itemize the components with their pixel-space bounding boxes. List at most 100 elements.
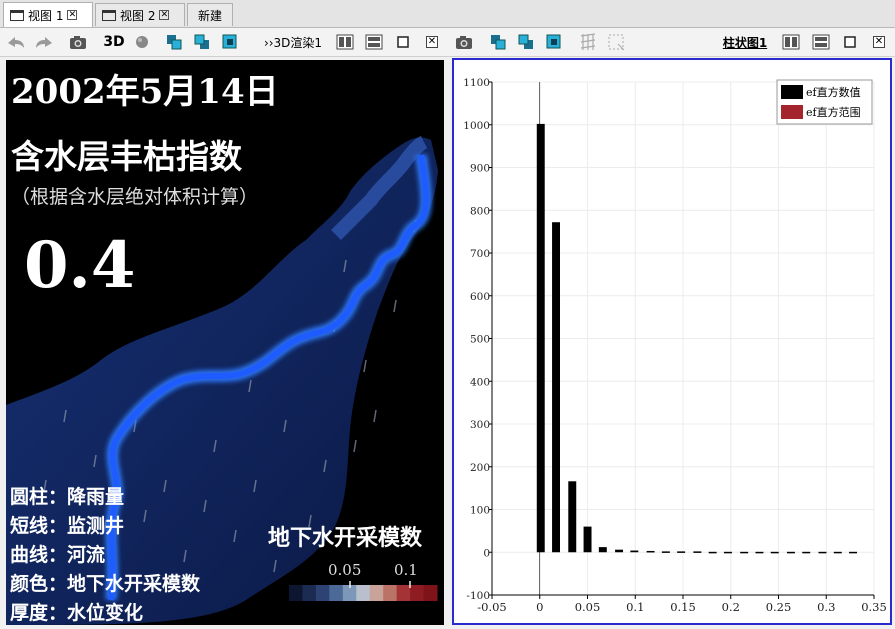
x-tick-label: 0.3 (817, 600, 835, 614)
histogram-bar (630, 550, 639, 553)
histogram-bar (786, 551, 795, 554)
x-tick-label: 0.05 (575, 600, 601, 614)
layer-group-button[interactable] (220, 32, 240, 52)
layout-icon (365, 34, 383, 50)
colorbar-swatch (383, 585, 398, 601)
maximize-icon (844, 36, 856, 48)
legend-row: 曲线：河流 (10, 544, 106, 566)
histogram-bar (677, 551, 686, 553)
tab-bar: 视图 1 ✕ 视图 2 ✕ 新建 (0, 0, 895, 28)
bar-chart-link[interactable]: 柱状图1 (718, 32, 772, 52)
camera-icon (70, 36, 86, 49)
histogram-bar (802, 551, 811, 554)
y-tick-label: 800 (470, 205, 490, 217)
sphere-button[interactable] (132, 32, 152, 52)
close-view-button-2[interactable]: ✕ (869, 32, 889, 52)
maximize-button[interactable] (393, 32, 413, 52)
colorbar-swatch (396, 585, 411, 601)
colorbar (289, 581, 438, 601)
3d-button[interactable]: 3D (102, 32, 126, 52)
y-tick-label: 100 (470, 505, 490, 517)
colorbar-swatch (423, 585, 438, 601)
3d-view[interactable]: 2002年5月14日 含水层丰枯指数 （根据含水层绝对体积计算） 0.4 圆柱：… (6, 60, 444, 625)
x-tick-label: 0.35 (861, 600, 887, 614)
y-tick-label: 200 (470, 462, 490, 474)
window-icon (102, 9, 116, 21)
y-tick-label: 1100 (463, 77, 490, 89)
histogram-bar (661, 551, 670, 553)
close-tab-icon[interactable]: ✕ (159, 10, 170, 20)
layer-icon (518, 34, 533, 49)
layer-group-button-2[interactable] (544, 32, 564, 52)
close-icon: ✕ (426, 36, 438, 48)
box-select-button[interactable] (606, 32, 626, 52)
bar-chart-panel[interactable]: -100 0 100 200 300 400 500 600 700 800 900 1000 1100… (452, 58, 892, 625)
layer-icon (222, 34, 237, 49)
x-tick-label: 0.15 (670, 600, 696, 614)
split-vertical-button-2[interactable] (781, 32, 801, 52)
histogram-bar (708, 551, 717, 554)
colorbar-swatch (356, 585, 371, 601)
x-tick-label: -0.05 (477, 600, 507, 614)
layer-front-button-2[interactable] (488, 32, 508, 52)
camera-icon (456, 36, 472, 49)
tab-view-1[interactable]: 视图 1 ✕ (3, 2, 93, 27)
y-tick-label: 900 (470, 163, 490, 175)
toolbar: 3D ››3D渲染1 ✕ 柱状图1 ✕ (0, 28, 895, 57)
chart-legend: ef直方数值 ef直方范围 (776, 79, 873, 125)
tab-new[interactable]: 新建 (187, 3, 233, 26)
legend-text: 圆柱：降雨量 短线：监测井 曲线：河流 颜色：地下水开采模数 厚度：水位变化 (10, 483, 200, 625)
colorbar-tick: 0.05 (328, 561, 362, 579)
colorbar-swatch (369, 585, 384, 601)
index-title: 含水层丰枯指数 (11, 137, 242, 176)
layer-back-button-2[interactable] (516, 32, 536, 52)
colorbar-tick: 0.1 (394, 561, 418, 579)
camera-button-2[interactable] (454, 32, 474, 52)
close-tab-icon[interactable]: ✕ (67, 10, 78, 20)
maximize-icon (397, 36, 409, 48)
y-tick-label: 300 (470, 419, 490, 431)
y-tick-label: 500 (470, 334, 490, 346)
layer-icon (546, 34, 561, 49)
index-note: （根据含水层绝对体积计算） (11, 186, 259, 208)
histogram-bar (598, 547, 607, 553)
layer-back-button[interactable] (192, 32, 212, 52)
layer-front-button[interactable] (164, 32, 184, 52)
histogram-chart: -100010020030040050060070080090010001100… (463, 77, 887, 614)
index-value: 0.4 (24, 228, 136, 303)
layout-icon (812, 34, 830, 50)
maximize-button-2[interactable] (840, 32, 860, 52)
legend-row: 厚度：水位变化 (10, 602, 144, 624)
split-horizontal-button-2[interactable] (811, 32, 831, 52)
grid-select-button[interactable] (578, 32, 598, 52)
colorbar-swatch (410, 585, 425, 601)
legend-swatch (781, 85, 803, 99)
close-view-button[interactable]: ✕ (422, 32, 442, 52)
date-title: 2002年5月14日 (11, 72, 279, 112)
camera-button[interactable] (68, 32, 88, 52)
layout-icon (782, 34, 800, 50)
histogram-bar (693, 551, 702, 553)
redo-button[interactable] (34, 32, 54, 52)
layer-icon (167, 35, 182, 50)
legend-swatch (781, 105, 803, 119)
render-3d-button[interactable]: ››3D渲染1 (260, 32, 326, 52)
y-tick-label: 400 (470, 376, 490, 388)
layer-icon (491, 35, 506, 50)
tab-view-2[interactable]: 视图 2 ✕ (95, 3, 185, 26)
undo-button[interactable] (6, 32, 26, 52)
y-tick-label: 0 (483, 547, 490, 559)
histogram-bar (552, 222, 561, 553)
layer-icon (194, 34, 209, 49)
sphere-icon (136, 36, 148, 48)
histogram-bar (568, 481, 577, 553)
y-tick-label: 700 (470, 248, 490, 260)
split-horizontal-button[interactable] (364, 32, 384, 52)
histogram-bar (740, 551, 749, 554)
x-tick-label: 0.1 (626, 600, 644, 614)
legend-row: 短线：监测井 (10, 515, 125, 537)
split-vertical-button[interactable] (335, 32, 355, 52)
box-select-icon (608, 34, 625, 51)
window-icon (10, 9, 24, 21)
legend-row: 颜色：地下水开采模数 (10, 573, 201, 595)
